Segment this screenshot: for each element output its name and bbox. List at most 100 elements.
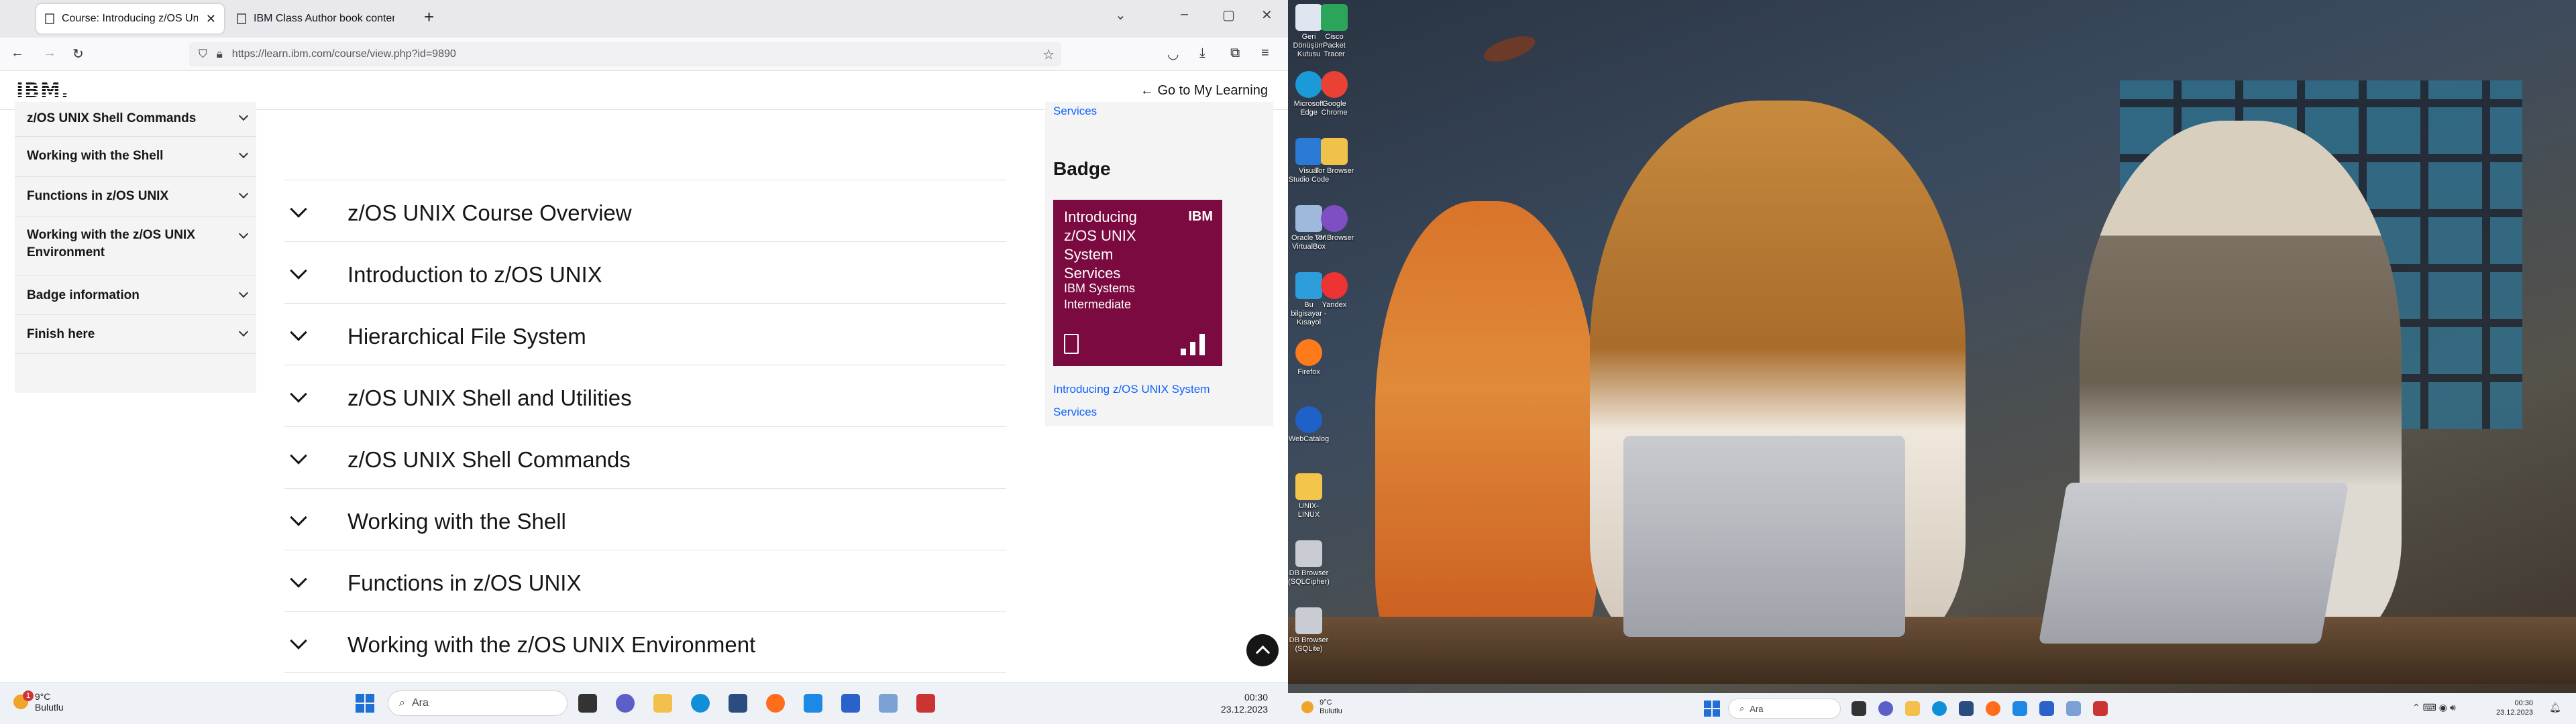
new-tab-button[interactable]: + [424,7,434,27]
badge-link[interactable]: Introducing z/OS UNIX System Services [1053,378,1210,424]
chevron-down-icon[interactable] [238,326,249,337]
course-section-row[interactable]: Working with the z/OS UNIX Environment [284,611,1006,673]
desktop-icon[interactable]: Firefox [1288,339,1330,377]
downloads-icon[interactable]: ⤓ [1199,46,1205,61]
desktop-icon[interactable]: Google Chrome [1313,71,1355,117]
task-view-icon[interactable] [1851,701,1866,716]
course-index-item[interactable]: Working with the z/OS UNIX Environment [15,217,256,276]
desktop-icon[interactable]: DB Browser (SQLCipher) [1288,540,1330,587]
clock[interactable]: 00:30 23.12.2023 [2482,699,2533,717]
edge-icon[interactable] [691,694,710,713]
notepad-icon[interactable] [2012,701,2027,716]
chevron-down-icon[interactable] [290,200,307,218]
list-tabs-icon[interactable]: ⌄ [1115,7,1126,23]
course-index-item[interactable]: Badge information [15,276,256,315]
chevron-down-icon[interactable] [290,570,307,588]
edge-icon[interactable] [1932,701,1947,716]
vscode-icon[interactable] [2039,701,2054,716]
tray-icons[interactable]: ⌃ ⌨ ◉ 🔊︎ [2412,702,2456,713]
pocket-icon[interactable]: ◡ [1167,46,1179,62]
desktop-icon[interactable]: Yandex [1313,272,1355,310]
bookmark-star-icon[interactable]: ☆ [1042,46,1055,63]
store-icon[interactable] [1959,701,1974,716]
address-bar[interactable]: ⛉ 🔒︎ https://learn.ibm.com/course/view.p… [189,42,1061,66]
chevron-down-icon[interactable] [290,324,307,341]
course-section-row[interactable]: Functions in z/OS UNIX [284,550,1006,611]
weather-widget[interactable]: 9°C Bulutlu [1301,699,1342,716]
course-index-item[interactable]: Functions in z/OS UNIX [15,177,256,217]
desktop-icon[interactable]: DB Browser (SQLite) [1288,607,1330,654]
notepad-icon[interactable] [804,694,822,713]
course-section-row[interactable]: z/OS UNIX Course Overview [284,180,1006,241]
section-title[interactable]: z/OS UNIX Shell and Utilities [347,385,632,411]
virtualbox-icon[interactable] [2066,701,2081,716]
course-section-row[interactable]: z/OS UNIX Shell Commands [284,426,1006,488]
course-section-row[interactable]: Introduction to z/OS UNIX [284,241,1006,303]
file-explorer-icon[interactable] [653,694,672,713]
go-to-my-learning-link[interactable]: ← Go to My Learning [1140,83,1268,99]
desktop-icon[interactable]: Tor Browser [1313,138,1355,176]
chevron-down-icon[interactable] [290,509,307,526]
chevron-down-icon[interactable] [290,447,307,465]
extensions-icon[interactable]: ⧉ [1230,46,1240,61]
chat-icon[interactable] [616,694,635,713]
store-icon[interactable] [729,694,747,713]
course-section-row[interactable]: z/OS UNIX Shell and Utilities [284,365,1006,426]
desktop-icon[interactable]: UNIX-LINUX [1288,473,1330,520]
start-button[interactable] [356,694,374,713]
chevron-down-icon[interactable] [238,111,249,121]
chevron-down-icon[interactable] [238,288,249,298]
badge-image[interactable]: Introducing z/OS UNIX System Services IB… [1053,200,1222,366]
app-icon[interactable] [2093,701,2108,716]
chat-icon[interactable] [1878,701,1893,716]
tab-course[interactable]: Course: Introducing z/OS Unix ✕ [36,4,224,34]
desktop-icon[interactable]: WebCatalog [1288,406,1330,444]
section-title[interactable]: Introduction to z/OS UNIX [347,262,602,288]
file-explorer-icon[interactable] [1905,701,1920,716]
section-title[interactable]: Working with the Shell [347,509,566,534]
section-title[interactable]: z/OS UNIX Course Overview [347,200,632,226]
start-button[interactable] [1704,701,1720,717]
section-title[interactable]: Hierarchical File System [347,324,586,349]
taskbar-search[interactable]: ⌕ Ara [388,690,568,716]
notification-bell-icon[interactable]: 🔔︎ [2549,702,2561,713]
app-icon[interactable] [916,694,935,713]
firefox-icon[interactable] [766,694,785,713]
tab-ibm-class-author[interactable]: IBM Class Author book content - E [228,4,416,34]
close-tab-icon[interactable]: ✕ [206,12,216,26]
course-index-item[interactable]: z/OS UNIX Shell Commands [15,102,256,137]
weather-widget[interactable]: 1 9°C Bulutlu [13,690,64,713]
services-link[interactable]: Services [1053,105,1097,118]
section-title[interactable]: Working with the z/OS UNIX Environment [347,632,755,658]
scroll-to-top-button[interactable] [1246,634,1279,666]
vscode-icon[interactable] [841,694,860,713]
course-index-item[interactable]: Working with the Shell [15,137,256,177]
firefox-icon[interactable] [1986,701,2000,716]
back-icon[interactable]: ← [11,46,24,61]
chevron-down-icon[interactable] [290,632,307,650]
section-title[interactable]: z/OS UNIX Shell Commands [347,447,631,473]
minimize-button[interactable]: – [1181,7,1188,22]
menu-icon[interactable]: ≡ [1261,46,1269,61]
virtualbox-icon[interactable] [879,694,898,713]
course-section-row[interactable]: Working with the Shell [284,488,1006,550]
clock[interactable]: 00:30 23.12.2023 [1194,691,1268,715]
badge-link-line[interactable]: Services [1053,401,1210,424]
course-section-row[interactable]: Hierarchical File System [284,303,1006,365]
chevron-down-icon[interactable] [238,188,249,199]
task-view-icon[interactable] [578,694,597,713]
taskbar-search[interactable]: ⌕ Ara [1728,699,1841,719]
ibm-logo[interactable]: IBM. [16,79,69,103]
maximize-button[interactable]: ▢ [1222,7,1235,23]
desktop-icon[interactable]: Cisco Packet Tracer [1313,4,1355,59]
chevron-down-icon[interactable] [238,229,249,239]
chevron-down-icon[interactable] [238,148,249,159]
chevron-down-icon[interactable] [290,262,307,280]
desktop-icon[interactable]: Tor Browser [1313,205,1355,243]
badge-link-line[interactable]: Introducing z/OS UNIX System [1053,378,1210,401]
chevron-down-icon[interactable] [290,385,307,403]
course-index-item[interactable]: Finish here [15,315,256,354]
reload-icon[interactable]: ↻ [72,46,84,62]
close-window-button[interactable]: ✕ [1261,7,1273,23]
section-title[interactable]: Functions in z/OS UNIX [347,570,581,596]
